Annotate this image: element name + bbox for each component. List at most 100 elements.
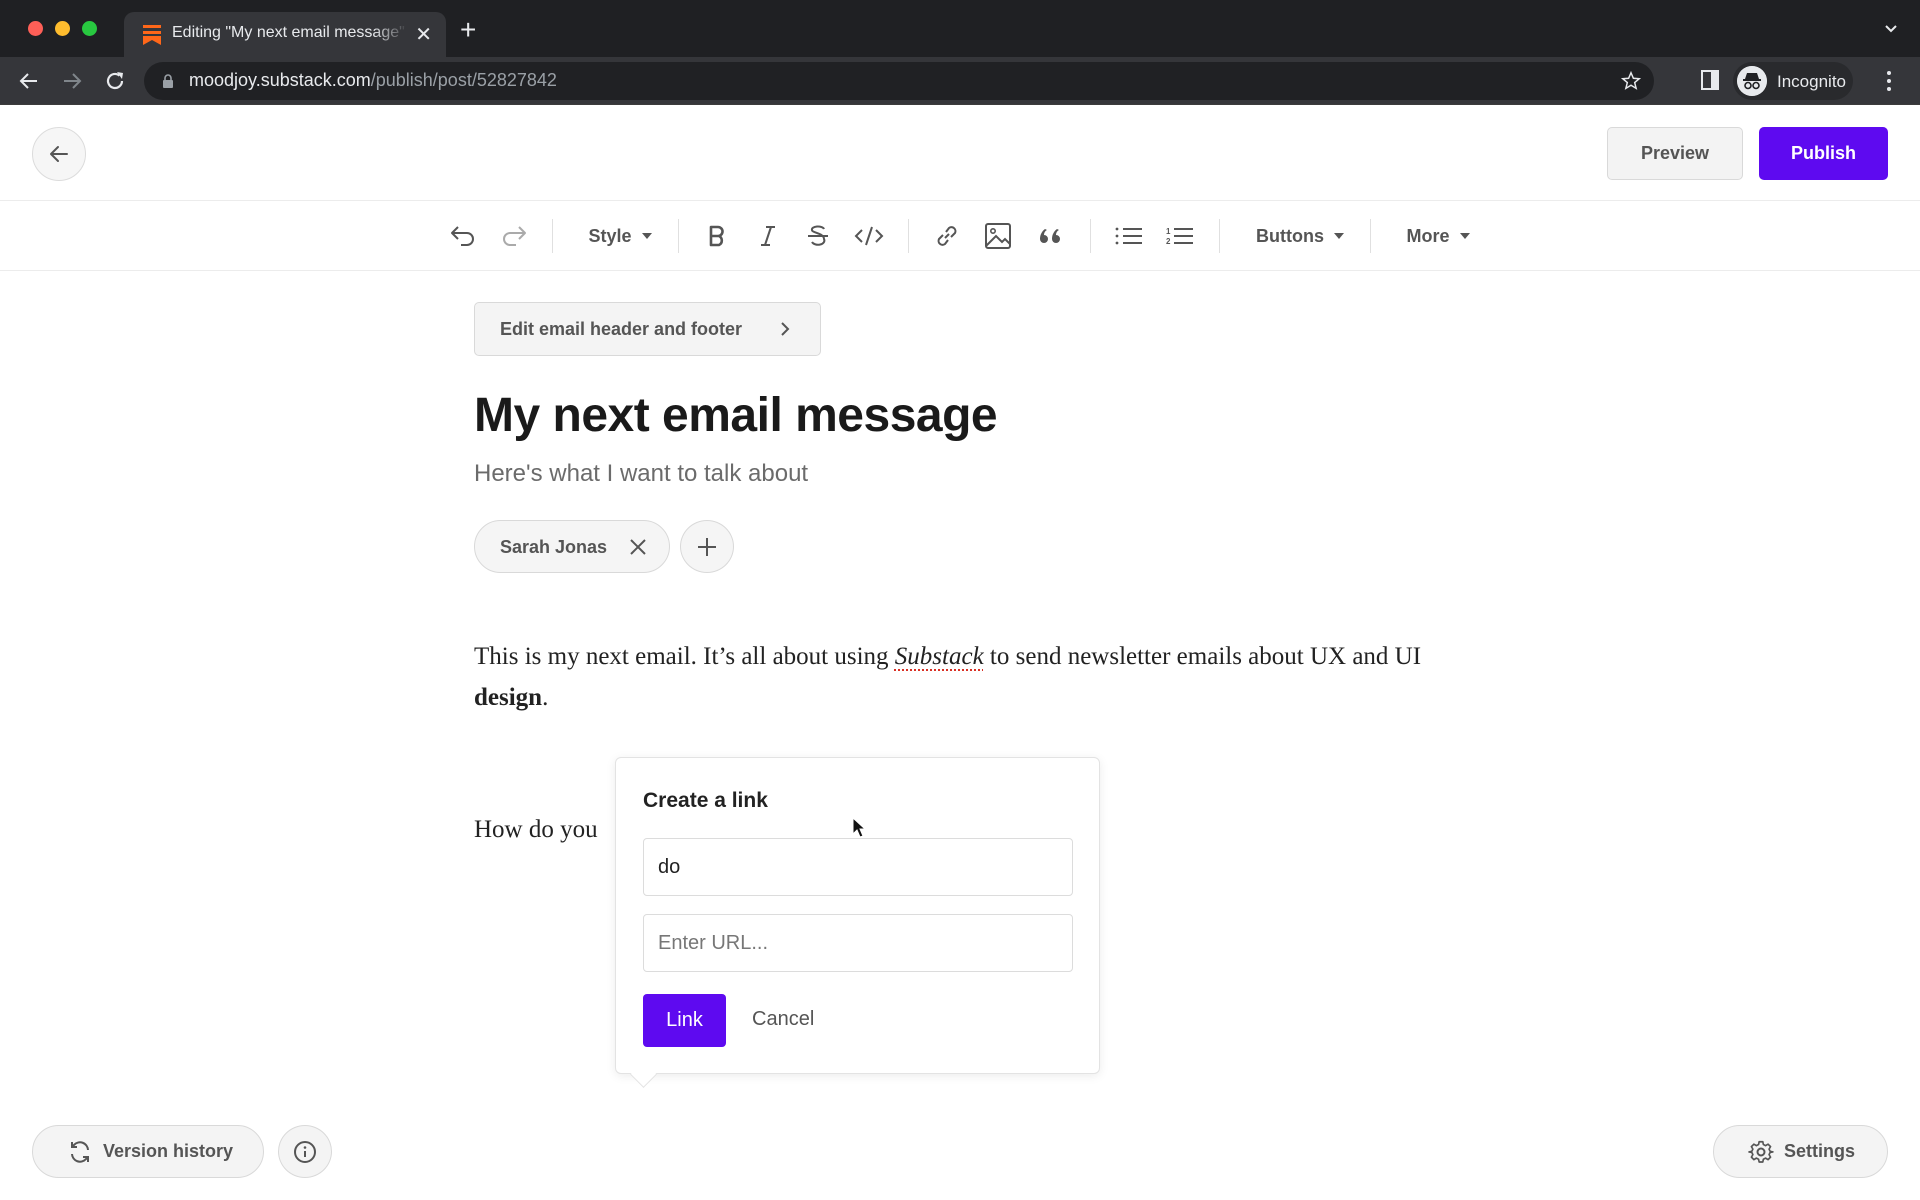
browser-menu-icon[interactable] [1884,69,1894,93]
arrow-left-icon [50,146,68,162]
mouse-cursor-icon [852,817,866,838]
redo-button[interactable] [498,222,530,250]
strikethrough-icon [808,225,828,246]
toolbar-divider [1219,219,1220,253]
plus-icon [698,537,716,556]
window-maximize-button[interactable] [82,21,97,36]
caret-down-icon [641,233,652,239]
incognito-profile-button[interactable]: Incognito [1733,62,1853,100]
numbered-list-icon: 1 2 [1166,227,1193,246]
browser-tab-active[interactable]: Editing "My next email message" ✕ [124,12,446,57]
buttons-dropdown[interactable]: Buttons [1252,222,1348,250]
code-icon [854,226,884,246]
url-host: moodjoy.substack.com [189,70,371,90]
side-panel-icon[interactable] [1700,69,1720,91]
numbered-list-button[interactable]: 1 2 [1164,222,1196,250]
incognito-icon [1737,66,1767,96]
edit-header-footer-button[interactable]: Edit email header and footer [474,302,821,356]
popover-title: Create a link [643,789,768,812]
toolbar-divider [1090,219,1091,253]
toolbar-divider [908,219,909,253]
post-subtitle[interactable]: Here's what I want to talk about [474,460,808,488]
publish-button[interactable]: Publish [1759,127,1888,180]
remove-author-icon[interactable] [629,538,647,556]
toolbar-divider [1370,219,1371,253]
url-text: moodjoy.substack.com/publish/post/528278… [189,70,557,91]
browser-titlebar: Editing "My next email message" ✕ + [0,0,1920,57]
body-paragraph[interactable]: This is my next email. It’s all about us… [474,636,1474,718]
bold-button[interactable] [703,222,731,250]
italic-misspelled-word: Substack [894,643,984,670]
code-button[interactable] [852,222,886,250]
redo-icon [503,226,526,246]
bullet-list-icon [1115,227,1142,245]
author-chip: Sarah Jonas [474,520,670,573]
body-text-segment: to send newsletter emails about UX and U… [983,643,1422,670]
image-icon [985,223,1011,249]
italic-icon [761,226,775,246]
incognito-label: Incognito [1777,72,1846,91]
gear-icon [1748,1140,1774,1163]
browser-toolbar: moodjoy.substack.com/publish/post/528278… [0,57,1920,105]
blockquote-button[interactable] [1035,222,1065,250]
strikethrough-button[interactable] [803,222,833,250]
version-history-label: Version history [103,1141,234,1161]
caret-down-icon [1459,233,1470,239]
image-button[interactable] [983,222,1013,250]
browser-forward-icon[interactable] [60,69,84,93]
style-dropdown-label: Style [588,225,632,246]
link-cancel-button[interactable]: Cancel [752,1008,814,1031]
more-dropdown-label: More [1406,225,1450,246]
link-url-input[interactable] [643,914,1073,972]
tab-title: Editing "My next email message" [172,24,405,41]
info-button[interactable] [278,1125,332,1178]
browser-reload-icon[interactable] [103,69,127,93]
toolbar-divider [552,219,553,253]
bookmark-star-icon[interactable] [1620,70,1642,92]
link-icon [937,226,957,246]
tab-close-icon[interactable]: ✕ [415,22,432,47]
post-title[interactable]: My next email message [474,388,998,443]
lock-icon [163,74,173,88]
link-button[interactable] [932,222,962,250]
body-text-segment: This is my next email. It’s all about us… [474,643,895,670]
style-dropdown[interactable]: Style [585,222,655,250]
body-text-segment: . [542,684,549,711]
preview-button[interactable]: Preview [1607,127,1743,180]
settings-button[interactable]: Settings [1713,1125,1888,1178]
window-close-button[interactable] [28,21,43,36]
address-bar[interactable]: moodjoy.substack.com/publish/post/528278… [144,62,1654,100]
back-button[interactable] [32,127,86,181]
window-minimize-button[interactable] [55,21,70,36]
link-submit-button[interactable]: Link [643,994,726,1047]
more-dropdown[interactable]: More [1403,222,1473,250]
add-author-button[interactable] [680,520,734,573]
buttons-dropdown-label: Buttons [1256,225,1324,246]
edit-header-footer-label: Edit email header and footer [500,318,743,339]
browser-back-icon[interactable] [17,69,41,93]
undo-icon [451,226,474,246]
quote-icon [1040,229,1060,243]
undo-button[interactable] [447,222,479,250]
bold-icon [709,225,724,247]
formatting-toolbar: Style 1 2 Buttons More [0,201,1920,271]
info-icon [294,1140,316,1163]
toolbar-divider [678,219,679,253]
version-history-button[interactable]: Version history [32,1125,264,1178]
italic-button[interactable] [754,222,782,250]
tab-search-chevron-icon[interactable] [1884,22,1898,36]
bullet-list-button[interactable] [1113,222,1145,250]
caret-down-icon [1333,233,1344,239]
author-name: Sarah Jonas [500,537,608,557]
url-path: /publish/post/52827842 [370,70,557,90]
link-text-input[interactable] [643,838,1073,896]
bold-word: design [474,684,543,711]
substack-favicon-icon [143,25,161,45]
refresh-icon [71,1140,89,1163]
new-tab-icon[interactable]: + [460,16,476,44]
settings-label: Settings [1784,1141,1856,1161]
editor-header: Preview Publish [0,105,1920,201]
chevron-right-icon [781,322,790,336]
create-link-popover: Create a link Link Cancel [615,757,1100,1074]
svg-text:1: 1 [1166,227,1171,236]
